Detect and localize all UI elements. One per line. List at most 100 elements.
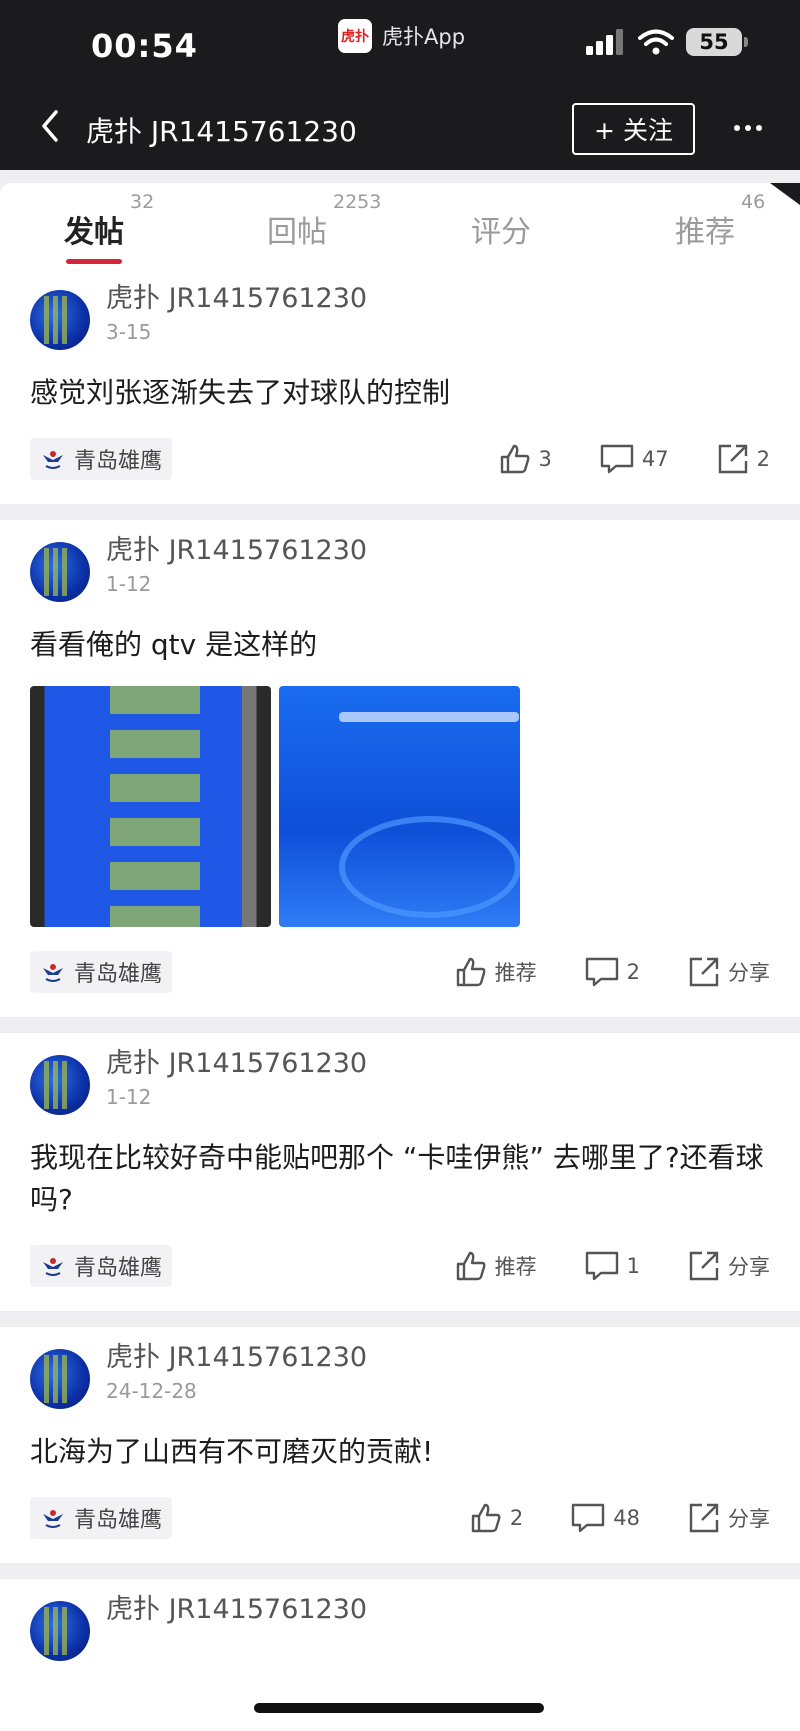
like-button[interactable]: 推荐 bbox=[455, 1250, 537, 1282]
post-date: 3-15 bbox=[106, 320, 152, 344]
author-block: 虎扑 JR1415761230 bbox=[106, 1593, 367, 1627]
share-icon bbox=[689, 1503, 719, 1533]
signal-icon bbox=[586, 29, 623, 55]
comment-count: 1 bbox=[626, 1254, 640, 1278]
comment-icon bbox=[585, 957, 618, 987]
author-name[interactable]: 虎扑 JR1415761230 bbox=[106, 1593, 367, 1627]
active-tab-indicator bbox=[66, 259, 122, 264]
post-header: 虎扑 JR1415761230 1-12 bbox=[30, 1033, 770, 1115]
tag-label: 青岛雄鹰 bbox=[74, 962, 163, 987]
comment-count: 48 bbox=[613, 1506, 640, 1530]
post-date: 1-12 bbox=[106, 572, 152, 596]
tag-label: 青岛雄鹰 bbox=[74, 1256, 163, 1281]
post-actions: 推荐 2 分享 bbox=[407, 956, 770, 988]
tab-recommend[interactable]: 推荐 46 bbox=[675, 191, 765, 251]
post-date: 1-12 bbox=[106, 1085, 152, 1109]
post-header: 虎扑 JR1415761230 24-12-28 bbox=[30, 1327, 770, 1409]
share-count: 2 bbox=[756, 447, 770, 471]
more-button[interactable] bbox=[730, 108, 766, 148]
home-indicator[interactable] bbox=[254, 1703, 544, 1713]
post-card[interactable]: 虎扑 JR1415761230 3-15 感觉刘张逐渐失去了对球队的控制 青岛雄… bbox=[0, 268, 800, 504]
post-feed: 虎扑 JR1415761230 3-15 感觉刘张逐渐失去了对球队的控制 青岛雄… bbox=[0, 268, 800, 1731]
post-actions: 推荐 1 分享 bbox=[407, 1250, 770, 1282]
post-card[interactable]: 虎扑 JR1415761230 1-12 看看俺的 qtv 是这样的 青岛雄鹰 bbox=[0, 520, 800, 1017]
tab-count: 32 bbox=[130, 191, 155, 213]
share-button[interactable]: 2 bbox=[717, 443, 770, 475]
app-indicator[interactable]: 虎扑 虎扑App bbox=[338, 19, 465, 53]
post-text[interactable]: 看看俺的 qtv 是这样的 bbox=[30, 624, 770, 666]
team-tag[interactable]: 青岛雄鹰 bbox=[30, 438, 173, 480]
like-button[interactable]: 推荐 bbox=[455, 956, 537, 988]
post-footer: 青岛雄鹰 推荐 1 分享 bbox=[30, 1221, 770, 1311]
status-time: 00:54 bbox=[91, 27, 198, 65]
post-text[interactable]: 我现在比较好奇中能贴吧那个 “卡哇伊熊” 去哪里了?还看球吗? bbox=[30, 1137, 770, 1221]
author-block: 虎扑 JR1415761230 24-12-28 bbox=[106, 1341, 367, 1403]
team-logo-icon bbox=[43, 451, 63, 469]
status-icons: 55 bbox=[586, 28, 748, 56]
wifi-icon bbox=[638, 29, 674, 55]
tab-label: 推荐 bbox=[675, 215, 735, 250]
like-button[interactable]: 2 bbox=[470, 1502, 523, 1534]
like-count: 2 bbox=[509, 1506, 524, 1530]
author-block: 虎扑 JR1415761230 1-12 bbox=[106, 534, 367, 596]
comment-button[interactable]: 48 bbox=[571, 1503, 640, 1533]
share-button[interactable]: 分享 bbox=[688, 1502, 770, 1534]
author-name[interactable]: 虎扑 JR1415761230 bbox=[106, 1047, 367, 1081]
battery-level: 55 bbox=[699, 30, 729, 54]
share-icon bbox=[689, 957, 719, 987]
tab-ratings[interactable]: 评分 bbox=[471, 207, 531, 251]
avatar[interactable] bbox=[30, 290, 90, 350]
follow-button[interactable]: + 关注 bbox=[572, 103, 695, 155]
battery-icon: 55 bbox=[686, 28, 748, 56]
tag-label: 青岛雄鹰 bbox=[74, 449, 163, 474]
post-footer: 青岛雄鹰 3 47 2 bbox=[30, 414, 770, 504]
post-image[interactable] bbox=[30, 686, 271, 927]
share-button[interactable]: 分享 bbox=[688, 1250, 770, 1282]
share-label: 分享 bbox=[728, 1255, 770, 1279]
tab-label: 回帖 bbox=[267, 215, 327, 250]
author-name[interactable]: 虎扑 JR1415761230 bbox=[106, 282, 367, 316]
post-card[interactable]: 虎扑 JR1415761230 24-12-28 北海为了山西有不可磨灭的贡献!… bbox=[0, 1327, 800, 1563]
comment-button[interactable]: 2 bbox=[585, 957, 640, 987]
chevron-left-icon bbox=[42, 110, 58, 142]
team-logo-icon bbox=[43, 964, 63, 982]
author-name[interactable]: 虎扑 JR1415761230 bbox=[106, 534, 367, 568]
team-tag[interactable]: 青岛雄鹰 bbox=[30, 1497, 173, 1539]
page-title: 虎扑 JR1415761230 bbox=[86, 115, 357, 148]
comment-button[interactable]: 1 bbox=[585, 1251, 640, 1281]
post-actions: 3 47 2 bbox=[451, 443, 770, 475]
avatar[interactable] bbox=[30, 1349, 90, 1409]
post-text[interactable]: 感觉刘张逐渐失去了对球队的控制 bbox=[30, 372, 770, 414]
thumbs-up-icon bbox=[456, 957, 486, 987]
comment-button[interactable]: 47 bbox=[600, 444, 669, 474]
post-text[interactable]: 北海为了山西有不可磨灭的贡献! bbox=[30, 1431, 770, 1473]
thumbs-up-icon bbox=[500, 444, 529, 474]
author-block: 虎扑 JR1415761230 3-15 bbox=[106, 282, 367, 344]
post-card[interactable]: 虎扑 JR1415761230 1-12 我现在比较好奇中能贴吧那个 “卡哇伊熊… bbox=[0, 1033, 800, 1311]
post-date: 24-12-28 bbox=[106, 1379, 197, 1403]
back-button[interactable] bbox=[34, 106, 68, 146]
team-logo-icon bbox=[43, 1510, 63, 1528]
avatar[interactable] bbox=[30, 1055, 90, 1115]
share-label: 分享 bbox=[728, 961, 770, 985]
like-button[interactable]: 3 bbox=[499, 443, 552, 475]
post-images bbox=[30, 686, 770, 927]
post-image[interactable] bbox=[279, 686, 520, 927]
thumbs-up-icon bbox=[471, 1503, 501, 1533]
tab-replies[interactable]: 回帖 2253 bbox=[267, 191, 381, 251]
share-button[interactable]: 分享 bbox=[688, 956, 770, 988]
avatar[interactable] bbox=[30, 542, 90, 602]
tab-posts[interactable]: 发帖 32 bbox=[64, 191, 154, 251]
team-tag[interactable]: 青岛雄鹰 bbox=[30, 951, 173, 993]
author-name[interactable]: 虎扑 JR1415761230 bbox=[106, 1341, 367, 1375]
like-count: 3 bbox=[538, 447, 552, 471]
share-label: 分享 bbox=[728, 1507, 770, 1531]
thumbs-up-icon bbox=[456, 1251, 486, 1281]
comment-count: 2 bbox=[626, 960, 640, 984]
like-label: 推荐 bbox=[494, 1255, 537, 1279]
post-footer: 青岛雄鹰 推荐 2 分享 bbox=[30, 927, 770, 1017]
team-tag[interactable]: 青岛雄鹰 bbox=[30, 1245, 173, 1287]
comment-icon bbox=[572, 1503, 605, 1533]
avatar[interactable] bbox=[30, 1601, 90, 1661]
tab-label: 发帖 bbox=[64, 215, 124, 250]
